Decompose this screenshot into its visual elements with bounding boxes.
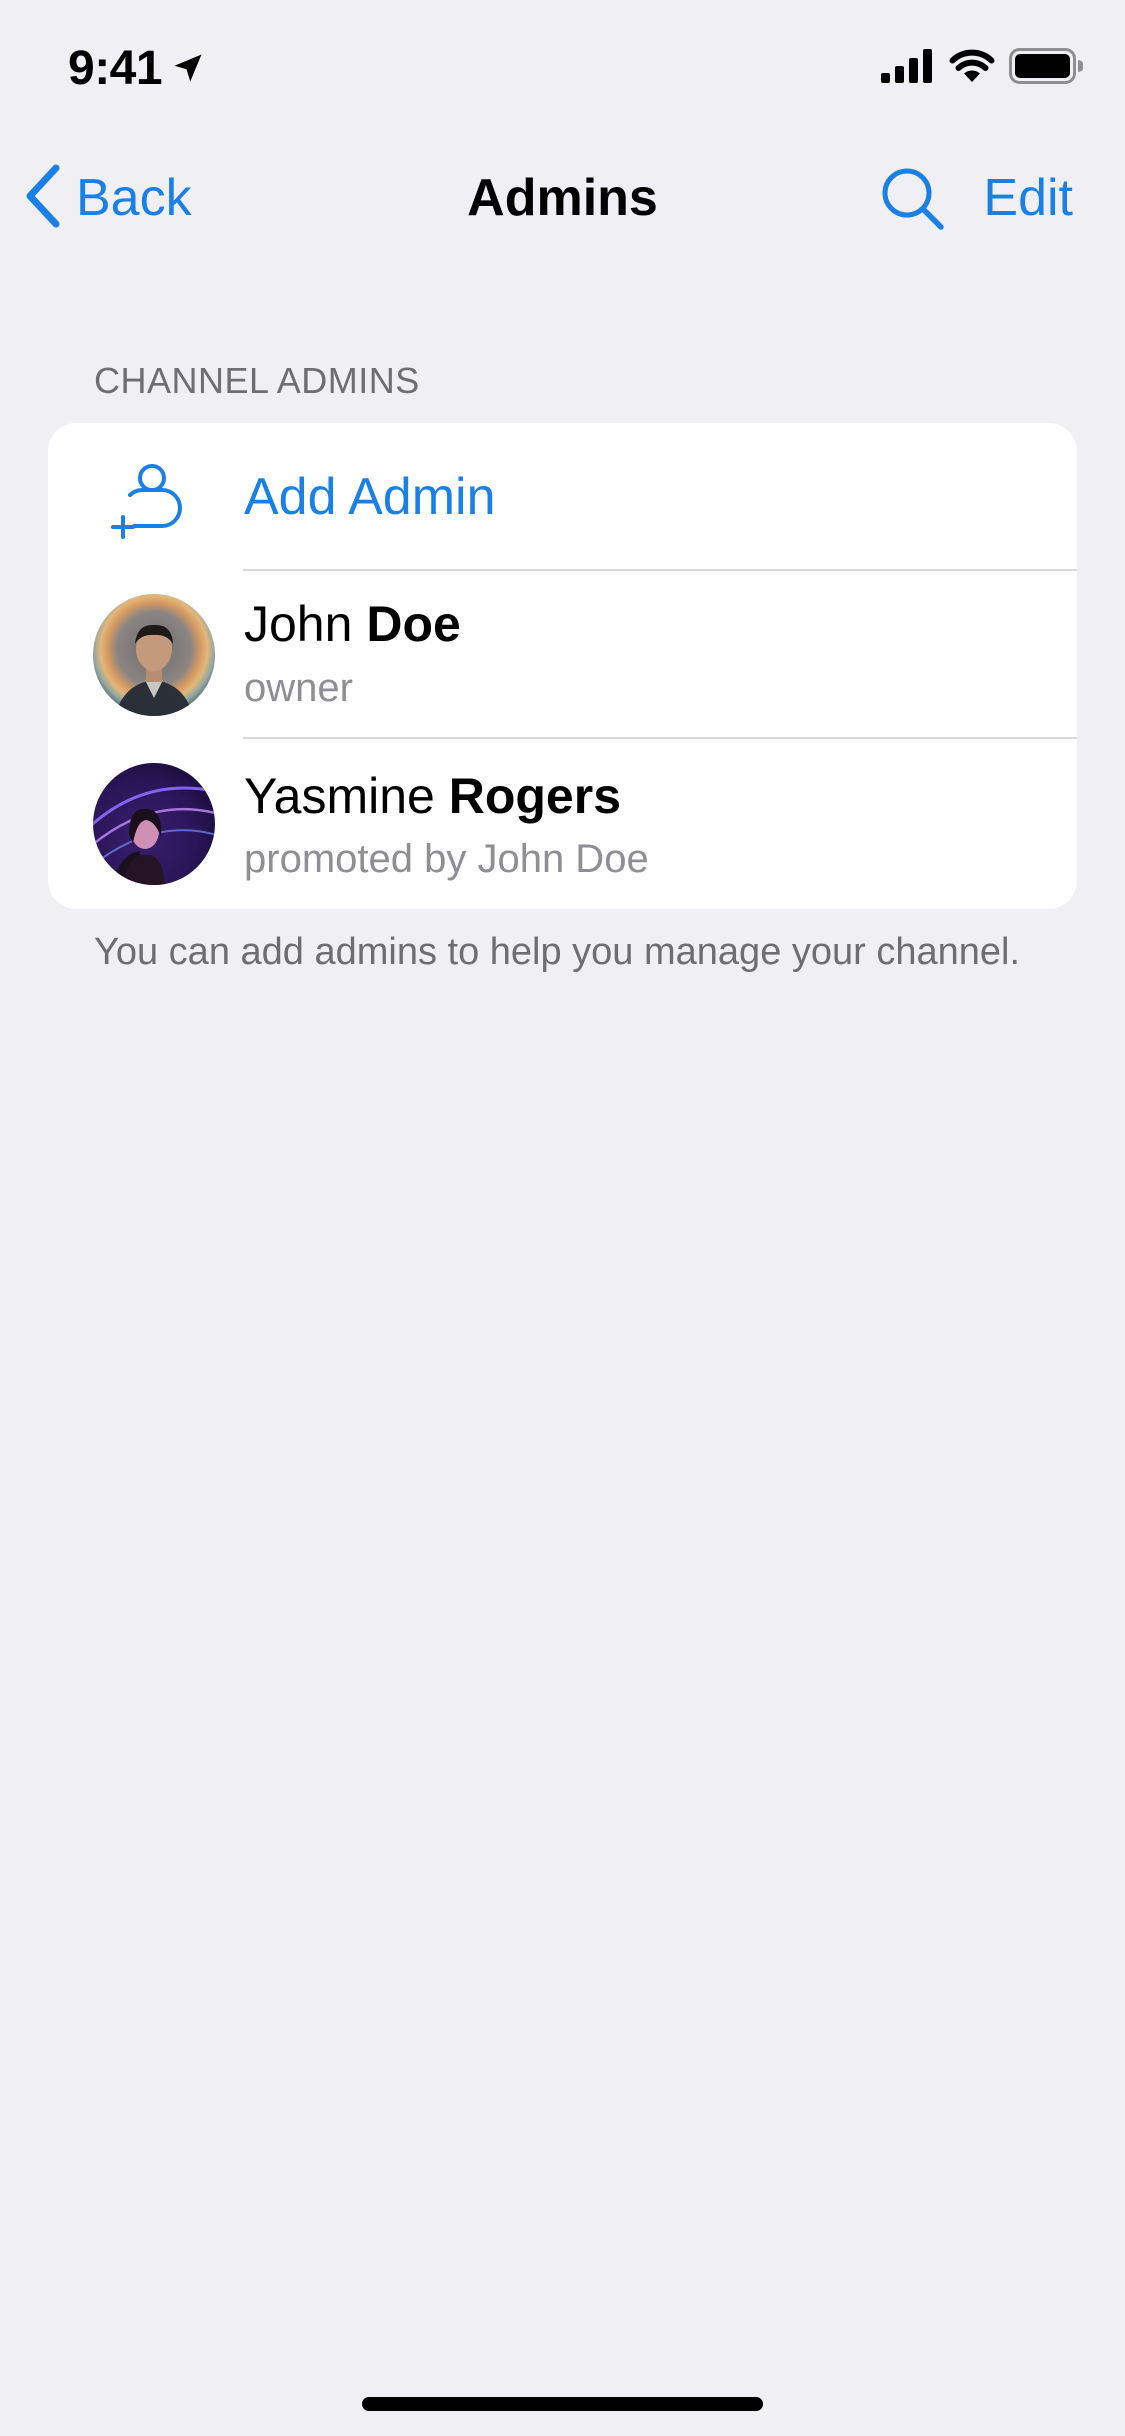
admin-name: Yasmine Rogers bbox=[244, 767, 621, 825]
search-icon bbox=[880, 168, 946, 236]
admin-row-yasmine-rogers[interactable]: Yasmine Rogers promoted by John Doe bbox=[48, 739, 1077, 909]
avatar bbox=[93, 594, 215, 716]
edit-button[interactable]: Edit bbox=[983, 168, 1073, 228]
section-footer: You can add admins to help you manage yo… bbox=[94, 931, 1021, 973]
add-admin-label: Add Admin bbox=[244, 468, 496, 526]
add-person-icon bbox=[110, 461, 190, 541]
admin-last-name: Rogers bbox=[448, 768, 621, 824]
admin-row-john-doe[interactable]: John Doe owner bbox=[48, 571, 1077, 739]
admin-role: owner bbox=[244, 666, 353, 710]
location-arrow-icon bbox=[170, 50, 206, 86]
admin-name: John Doe bbox=[244, 595, 461, 653]
admins-list: Add Admin John Doe owner Yasmine Rogers … bbox=[48, 423, 1077, 909]
admin-role: promoted by John Doe bbox=[244, 837, 649, 881]
battery-icon bbox=[1009, 48, 1084, 89]
add-admin-button[interactable]: Add Admin bbox=[48, 423, 1077, 571]
navigation-bar: Back Admins Edit bbox=[0, 150, 1125, 246]
search-button[interactable] bbox=[880, 166, 946, 232]
status-bar: 9:41 bbox=[0, 0, 1125, 132]
admin-first-name: John bbox=[244, 596, 353, 652]
section-header: CHANNEL ADMINS bbox=[94, 360, 420, 401]
wifi-icon bbox=[949, 49, 995, 88]
home-indicator[interactable] bbox=[362, 2397, 763, 2411]
admin-first-name: Yasmine bbox=[244, 768, 435, 824]
avatar bbox=[93, 763, 215, 885]
admin-last-name: Doe bbox=[366, 596, 461, 652]
cellular-signal-icon bbox=[881, 49, 935, 88]
status-indicators bbox=[881, 48, 1084, 89]
status-time-group: 9:41 bbox=[68, 38, 206, 98]
status-time: 9:41 bbox=[68, 41, 163, 95]
page-title: Admins bbox=[467, 169, 658, 227]
